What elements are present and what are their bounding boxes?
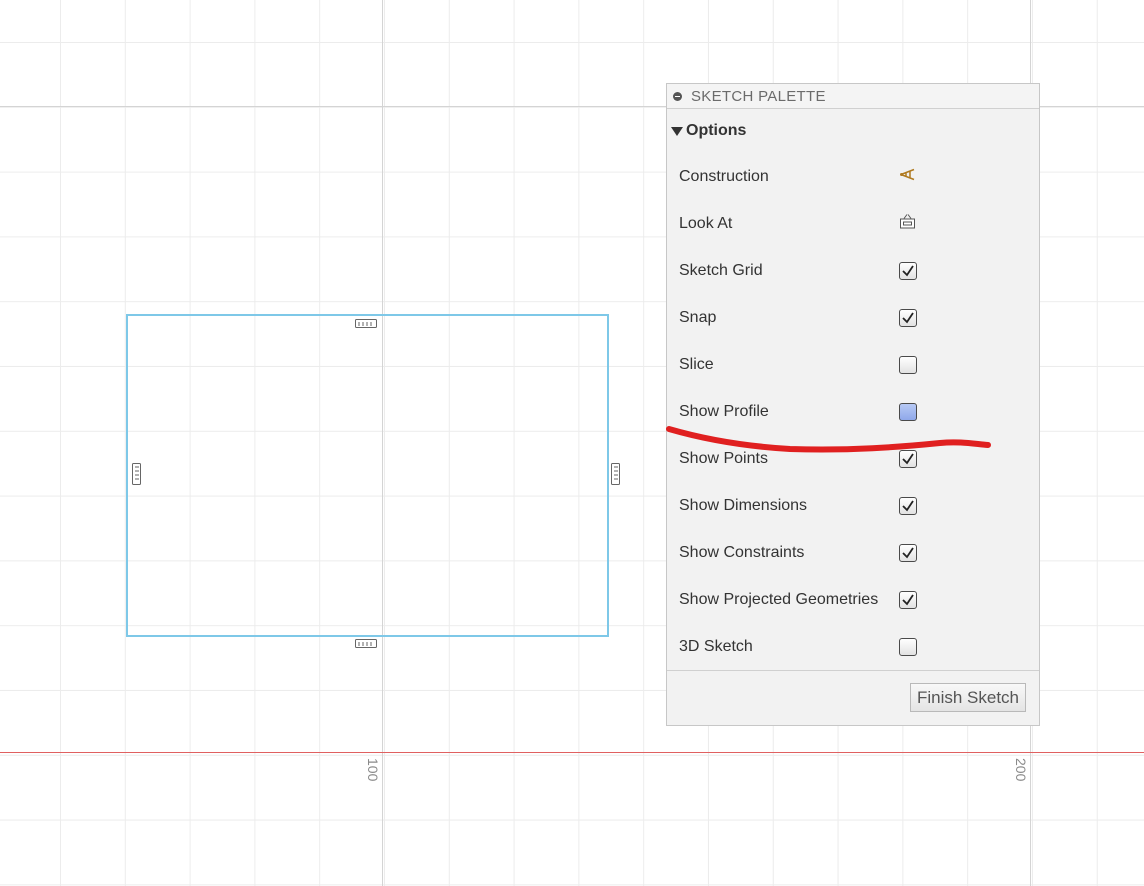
checkmark-icon xyxy=(902,453,914,464)
option-show-profile: Show Profile xyxy=(667,388,1039,435)
checkmark-icon xyxy=(902,594,914,605)
look-at-icon[interactable] xyxy=(899,213,917,234)
option-label: Show Constraints xyxy=(679,543,805,561)
collapse-icon[interactable] xyxy=(673,91,682,101)
show-constraints-checkbox[interactable] xyxy=(899,543,917,562)
option-sketch-grid: Sketch Grid xyxy=(667,247,1039,294)
option-label: Show Points xyxy=(679,449,768,467)
checkmark-icon xyxy=(902,312,914,323)
option-label: Sketch Grid xyxy=(679,261,763,279)
show-projected-geometries-checkbox[interactable] xyxy=(899,590,917,609)
option-slice: Slice xyxy=(667,341,1039,388)
sketch-grid-checkbox[interactable] xyxy=(899,261,917,280)
show-dimensions-checkbox[interactable] xyxy=(899,496,917,515)
horizontal-constraint-icon[interactable] xyxy=(355,319,378,329)
finish-sketch-button[interactable]: Finish Sketch xyxy=(909,683,1026,712)
palette-footer: Finish Sketch xyxy=(667,670,1039,725)
option-label: Show Profile xyxy=(679,402,769,420)
axis-label-100: 100 xyxy=(365,758,381,782)
option-3d-sketch: 3D Sketch xyxy=(667,623,1039,670)
options-section-header[interactable]: Options xyxy=(667,109,1039,153)
option-label: Snap xyxy=(679,308,717,326)
axis-label-200: 200 xyxy=(1013,758,1029,782)
option-construction: Construction xyxy=(667,153,1039,200)
option-show-constraints: Show Constraints xyxy=(667,529,1039,576)
checkmark-icon xyxy=(902,500,914,511)
option-label: 3D Sketch xyxy=(679,637,753,655)
option-snap: Snap xyxy=(667,294,1039,341)
construction-icon[interactable] xyxy=(899,166,917,187)
option-label: Show Dimensions xyxy=(679,496,808,514)
option-label: Look At xyxy=(679,214,733,232)
sketch-palette: SKETCH PALETTE Options Construction Look… xyxy=(666,83,1040,726)
option-show-points: Show Points xyxy=(667,435,1039,482)
palette-title: SKETCH PALETTE xyxy=(691,87,826,105)
vertical-constraint-icon[interactable] xyxy=(132,463,142,486)
slice-checkbox[interactable] xyxy=(899,355,917,374)
option-label: Slice xyxy=(679,355,714,373)
show-points-checkbox[interactable] xyxy=(899,449,917,468)
palette-header[interactable]: SKETCH PALETTE xyxy=(667,84,1039,109)
3d-sketch-checkbox[interactable] xyxy=(899,637,917,656)
options-section-label: Options xyxy=(686,122,747,139)
option-label: Construction xyxy=(679,167,769,185)
sketch-rectangle[interactable] xyxy=(126,314,609,637)
triangle-down-icon xyxy=(671,126,683,136)
show-profile-checkbox[interactable] xyxy=(899,402,917,421)
vertical-constraint-icon[interactable] xyxy=(611,463,621,486)
option-label: Show Projected Geometries xyxy=(679,590,879,608)
checkmark-icon xyxy=(902,265,914,276)
option-show-projected-geometries: Show Projected Geometries xyxy=(667,576,1039,623)
option-look-at: Look At xyxy=(667,200,1039,247)
option-show-dimensions: Show Dimensions xyxy=(667,482,1039,529)
snap-checkbox[interactable] xyxy=(899,308,917,327)
checkmark-icon xyxy=(902,547,914,558)
horizontal-constraint-icon[interactable] xyxy=(355,639,378,649)
x-axis-line xyxy=(0,752,1144,753)
